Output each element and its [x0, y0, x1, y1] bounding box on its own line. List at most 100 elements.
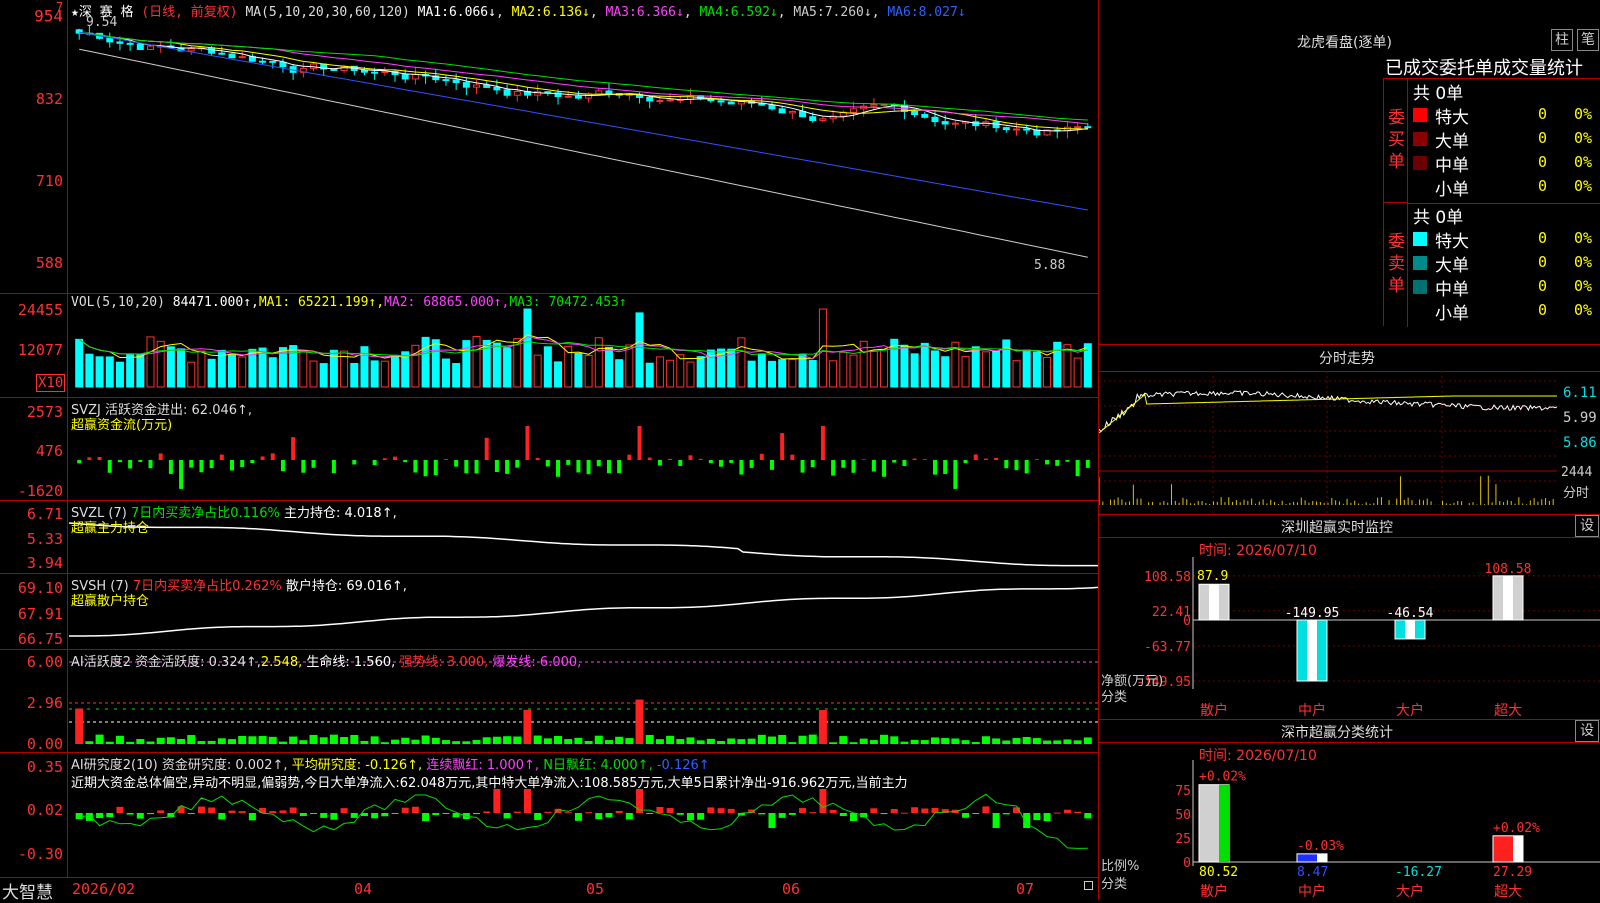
order-row-percent: 0%	[1574, 177, 1592, 195]
flow-bar	[617, 460, 621, 473]
activity-bar	[473, 740, 481, 744]
ma6-value: 8.027↓	[919, 5, 966, 20]
research-bar	[830, 810, 837, 813]
price-panel[interactable]: 954 832 710 588 ★深 赛 格 (日线, 前复权) MA(5,10…	[0, 0, 1098, 294]
volume-bar	[127, 354, 134, 387]
candle	[1024, 129, 1030, 130]
monitor-axis-label: 108.58	[1144, 570, 1191, 585]
buy-total: 共 0单	[1413, 79, 1463, 104]
period-label: (日线, 前复权)	[141, 5, 237, 20]
volume-bar	[310, 361, 317, 387]
activity-bar	[442, 740, 450, 744]
svzl-subtitle: 超赢主力持仓	[71, 517, 149, 536]
monitor-settings-button[interactable]: 设	[1575, 515, 1599, 537]
flow-bar	[821, 426, 825, 460]
order-row: 大单00%	[1408, 127, 1600, 151]
flow-bar	[953, 460, 957, 489]
activity-bar	[788, 742, 796, 744]
ai-research-panel[interactable]: 0.35 0.02 -0.30 AI研究度2(10) 资金研究度: 0.002↑…	[0, 753, 1098, 878]
monitor-panel[interactable]: 深圳超赢实时监控 设 时间: 2026/07/10 108.5822.410-6…	[1099, 514, 1600, 719]
research-bar	[524, 789, 531, 813]
ma1-value: 6.066↓	[449, 5, 496, 20]
flow-bar	[108, 460, 112, 473]
candle	[942, 122, 948, 124]
lock-icon[interactable]	[1084, 881, 1093, 890]
candle	[820, 119, 826, 121]
volume-bar	[259, 348, 266, 387]
color-swatch	[1413, 180, 1427, 194]
activity-bar	[167, 737, 175, 744]
intraday-chart[interactable]	[1099, 371, 1600, 515]
svsh-panel[interactable]: 69.10 67.91 66.75 SVSH (7) 7日内买卖净占比0.262…	[0, 574, 1098, 650]
research-bar	[504, 813, 511, 818]
research-bar	[371, 813, 378, 818]
research-bar	[993, 813, 1000, 828]
intraday-panel[interactable]: 分时走势 6.11 5.99 5.86 2444 分时	[1099, 344, 1600, 514]
color-swatch	[1413, 132, 1427, 146]
monitor-bar-chart[interactable]: 108.5822.410-63.77-149.9587.9散户-149.95中户…	[1099, 537, 1600, 720]
stats-bar-top-label: +0.02%	[1199, 770, 1246, 785]
ai-activity-panel[interactable]: 6.00 2.96 0.00 AI活跃度2 资金活跃度: 0.324↑,2.54…	[0, 650, 1098, 753]
flow-bar	[994, 458, 998, 460]
flow-bar	[923, 459, 927, 460]
strong-line-value: 强势线: 3.000,	[399, 655, 488, 670]
sell-total: 共 0单	[1413, 203, 1463, 228]
activity-bar	[228, 739, 236, 744]
monitor-axis-label: 0	[1183, 614, 1191, 629]
svzl-panel[interactable]: 6.71 5.33 3.94 SVZL (7) 7日内买卖净占比0.116% 主…	[0, 501, 1098, 574]
activity-bar	[809, 735, 817, 744]
activity-bar	[686, 737, 694, 744]
volume-bar	[198, 351, 205, 387]
flow-bar	[780, 433, 784, 460]
candle	[850, 109, 856, 112]
activity-bar	[197, 741, 205, 744]
tick-mode-button[interactable]: 笔	[1577, 29, 1599, 51]
research-bar	[249, 813, 256, 820]
stats-settings-button[interactable]: 设	[1575, 720, 1599, 742]
volume-bar	[1064, 345, 1071, 387]
volume-bar	[799, 355, 806, 387]
activity-bar	[523, 710, 531, 744]
candle	[341, 66, 347, 70]
flow-bar	[403, 460, 407, 462]
volume-bar	[819, 309, 826, 387]
stats-panel[interactable]: 深市超赢分类统计 设 时间: 2026/07/10 7550250+0.02%8…	[1099, 719, 1600, 900]
order-row-name: 特大	[1435, 227, 1469, 252]
activity-bar	[1023, 737, 1031, 744]
monitor-category: 大户	[1396, 702, 1424, 719]
candle	[565, 96, 571, 97]
flow-bar	[729, 460, 733, 463]
flow-bar	[291, 437, 295, 460]
candle	[188, 49, 194, 51]
candle	[718, 101, 724, 102]
stats-bar-chart[interactable]: 7550250+0.02%80.52散户-0.03%8.47中户-16.27大户…	[1099, 742, 1600, 901]
candle	[494, 87, 500, 89]
candlestick-chart[interactable]	[69, 0, 1098, 293]
intraday-axis-label: 5.99	[1563, 410, 1597, 426]
activity-bar	[147, 741, 155, 744]
flow-bar	[475, 460, 479, 473]
research-bar	[768, 813, 775, 828]
activity-bar	[1012, 738, 1020, 744]
svsh-subtitle: 超赢散户持仓	[71, 590, 149, 609]
flow-bar	[851, 460, 855, 473]
volume-bar	[942, 357, 949, 387]
volume-bar	[1013, 361, 1020, 387]
candle	[514, 91, 520, 95]
stats-bar-value: 8.47	[1297, 865, 1328, 880]
x-axis-label: 06	[782, 880, 800, 898]
volume-panel[interactable]: 24455 12077 X10 VOL(5,10,20) 84471.000↑,…	[0, 294, 1098, 398]
research-bar	[290, 808, 297, 813]
volume-bar	[442, 359, 449, 387]
research-bar	[218, 813, 225, 819]
order-row: 小单00%	[1408, 299, 1600, 323]
svzj-panel[interactable]: 2573 476 -1620 SVZJ 活跃资金进出: 62.046↑, 超赢资…	[0, 398, 1098, 501]
bar-mode-button[interactable]: 柱	[1551, 29, 1573, 51]
flow-bar	[913, 459, 917, 460]
flow-bar	[444, 459, 448, 460]
stats-bar-stripe	[1219, 785, 1229, 862]
ai-research-axis: 0.35 0.02 -0.30	[0, 753, 68, 877]
flow-bar	[678, 460, 682, 466]
star-icon[interactable]: ★	[71, 5, 79, 20]
brand-logo[interactable]: 大智慧	[2, 878, 53, 903]
